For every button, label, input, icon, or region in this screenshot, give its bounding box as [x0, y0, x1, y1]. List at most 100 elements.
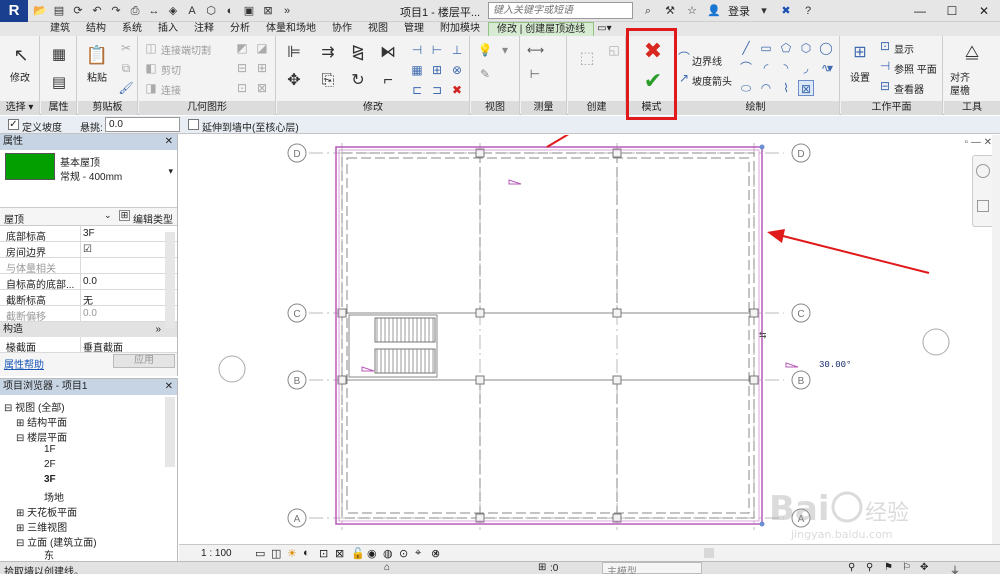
- type-properties-icon[interactable]: ▦: [44, 40, 74, 70]
- split-gap-icon[interactable]: ⊢: [429, 42, 445, 58]
- tab-architecture[interactable]: 建筑: [42, 22, 78, 36]
- create-similar-icon[interactable]: ◱: [606, 42, 622, 58]
- slope-arrow-icon[interactable]: ↗: [676, 70, 692, 86]
- category-filter[interactable]: 屋顶: [4, 211, 24, 226]
- maximize-button[interactable]: ☐: [936, 0, 968, 22]
- visual-style-icon[interactable]: ◫: [271, 547, 281, 560]
- tab-addins[interactable]: 附加模块: [432, 22, 488, 36]
- line-icon[interactable]: ╱: [738, 40, 754, 56]
- pick-walls-icon[interactable]: ⊠: [798, 80, 814, 96]
- copy-icon[interactable]: ⧉: [118, 60, 134, 76]
- analytical-model-icon[interactable]: ⌖: [415, 547, 421, 560]
- collapse-icon[interactable]: »: [155, 322, 161, 337]
- sun-path-icon[interactable]: ☀: [287, 547, 297, 560]
- edit-type-button[interactable]: 编辑类型: [133, 211, 173, 226]
- select-by-face-icon[interactable]: ⚐: [902, 562, 911, 573]
- close-window-button[interactable]: ✕: [968, 0, 1000, 22]
- hide-icon[interactable]: 💡: [477, 42, 493, 58]
- steering-wheel-icon[interactable]: [976, 164, 990, 178]
- tree-item-east[interactable]: 东: [44, 547, 54, 562]
- partial-ellipse-icon[interactable]: ◠: [758, 80, 774, 96]
- tab-collaborate[interactable]: 协作: [324, 22, 360, 36]
- view-dropdown-icon[interactable]: ▾: [497, 42, 513, 58]
- align-eaves-icon[interactable]: ⧋: [957, 38, 987, 68]
- properties-help-link[interactable]: 属性帮助: [4, 356, 44, 371]
- cut-geometry-icon[interactable]: ◧: [143, 60, 159, 76]
- star-icon[interactable]: ☆: [684, 3, 700, 19]
- override-graphics-icon[interactable]: ✎: [477, 66, 493, 82]
- paint-icon[interactable]: ◪: [254, 40, 270, 56]
- ref-plane-label[interactable]: 参照 平面: [894, 61, 937, 76]
- array-icon[interactable]: ▦: [409, 62, 425, 78]
- boundary-line-icon[interactable]: ⌒: [676, 50, 692, 66]
- overhang-input[interactable]: 0.0: [105, 117, 180, 132]
- text-icon[interactable]: A: [184, 3, 200, 19]
- edit-type-icon[interactable]: ⊞: [119, 210, 130, 221]
- unjoin-icon[interactable]: ⊡: [234, 80, 250, 96]
- vertical-scrollbar[interactable]: [992, 135, 1000, 544]
- tree-item-elevations[interactable]: ⊟ 立面 (建筑立面): [16, 534, 97, 549]
- browser-scrollbar[interactable]: [165, 397, 175, 467]
- tree-item-2f[interactable]: 2F: [44, 459, 56, 470]
- mirror-draw-icon[interactable]: ⧑: [373, 38, 403, 68]
- inscribed-polygon-icon[interactable]: ⬠: [778, 40, 794, 56]
- set-workplane-icon[interactable]: ⊞: [845, 38, 875, 68]
- print-icon[interactable]: ⎙: [127, 3, 143, 19]
- circle-icon[interactable]: ◯: [818, 40, 834, 56]
- ellipse-icon[interactable]: ⬭: [738, 80, 754, 96]
- viewer-label[interactable]: 查看器: [894, 81, 924, 96]
- tangent-arc-icon[interactable]: ◝: [778, 60, 794, 76]
- horizontal-scroll-thumb[interactable]: [704, 548, 714, 558]
- demolish-icon[interactable]: ⊞: [254, 60, 270, 76]
- measure-icon[interactable]: ↔: [146, 3, 162, 19]
- show-label[interactable]: 显示: [894, 41, 914, 56]
- chevron-down-icon[interactable]: ⌄: [104, 210, 112, 221]
- user-icon[interactable]: 👤: [706, 3, 722, 19]
- dropdown-icon[interactable]: ▾: [756, 3, 772, 19]
- ref-plane-icon[interactable]: ⊣: [877, 58, 893, 74]
- tree-item-3f[interactable]: 3F: [44, 474, 56, 485]
- tab-structure[interactable]: 结构: [78, 22, 114, 36]
- login-button[interactable]: 登录: [728, 3, 750, 19]
- tab-manage[interactable]: 管理: [396, 22, 432, 36]
- tab-overflow-icon[interactable]: ▭▾: [594, 22, 614, 36]
- join-icon[interactable]: ◨: [143, 80, 159, 96]
- sync-icon[interactable]: ⟳: [70, 3, 86, 19]
- scroll-left-icon[interactable]: ‹: [435, 547, 438, 558]
- dimension-icon[interactable]: ⊢: [527, 66, 543, 82]
- scale-icon[interactable]: ⊞: [429, 62, 445, 78]
- drawing-canvas[interactable]: ⇆ 30.00° D D C C B B A A Bai 经验 jingyan.…: [179, 135, 1000, 544]
- tab-analyze[interactable]: 分析: [222, 22, 258, 36]
- reveal-hidden-icon[interactable]: ◍: [383, 547, 393, 560]
- chevron-down-icon[interactable]: ▾: [168, 166, 173, 177]
- active-model-selector[interactable]: 主模型: [602, 562, 702, 574]
- app-menu-button[interactable]: R: [0, 0, 28, 22]
- tree-item-ceiling-plans[interactable]: ⊞ 天花板平面: [16, 504, 77, 519]
- switch-window-icon[interactable]: ▣: [241, 3, 257, 19]
- detail-level-icon[interactable]: ▭: [255, 547, 265, 560]
- slope-arrow-label[interactable]: 坡度箭头: [692, 73, 732, 88]
- cutoff-level-value[interactable]: 无: [83, 292, 93, 307]
- tab-view[interactable]: 视图: [360, 22, 396, 36]
- temp-hide-icon[interactable]: ◉: [367, 547, 377, 560]
- minimize-view-icon[interactable]: —: [971, 137, 981, 148]
- select-pinned-icon[interactable]: ⚑: [884, 562, 893, 573]
- show-workplane-icon[interactable]: ⊡: [877, 38, 893, 54]
- mirror-axis-icon[interactable]: ⧎: [343, 38, 373, 68]
- split-element-icon[interactable]: ⊣: [409, 42, 425, 58]
- tab-modify-roof-footprint[interactable]: 修改 | 创建屋顶迹线: [488, 22, 595, 36]
- trim-extend-icon[interactable]: ⌐: [373, 66, 403, 96]
- tag-icon[interactable]: ◈: [165, 3, 181, 19]
- match-type-icon[interactable]: 🖌: [118, 80, 134, 96]
- measure-between-icon[interactable]: ⟷: [527, 42, 544, 58]
- boundary-line-label[interactable]: 边界线: [692, 53, 722, 68]
- delete-icon[interactable]: ✖: [449, 82, 465, 98]
- move-icon[interactable]: ✥: [279, 66, 309, 96]
- dropdown-icon[interactable]: »: [279, 3, 295, 19]
- tree-item-3d-views[interactable]: ⊞ 三维视图: [16, 519, 67, 534]
- base-offset-value[interactable]: 0.0: [83, 276, 97, 287]
- tab-systems[interactable]: 系统: [114, 22, 150, 36]
- crop-view-icon[interactable]: ⊡: [319, 547, 328, 560]
- copy-element-icon[interactable]: ⎘: [313, 66, 343, 96]
- viewer-icon[interactable]: ⊟: [877, 78, 893, 94]
